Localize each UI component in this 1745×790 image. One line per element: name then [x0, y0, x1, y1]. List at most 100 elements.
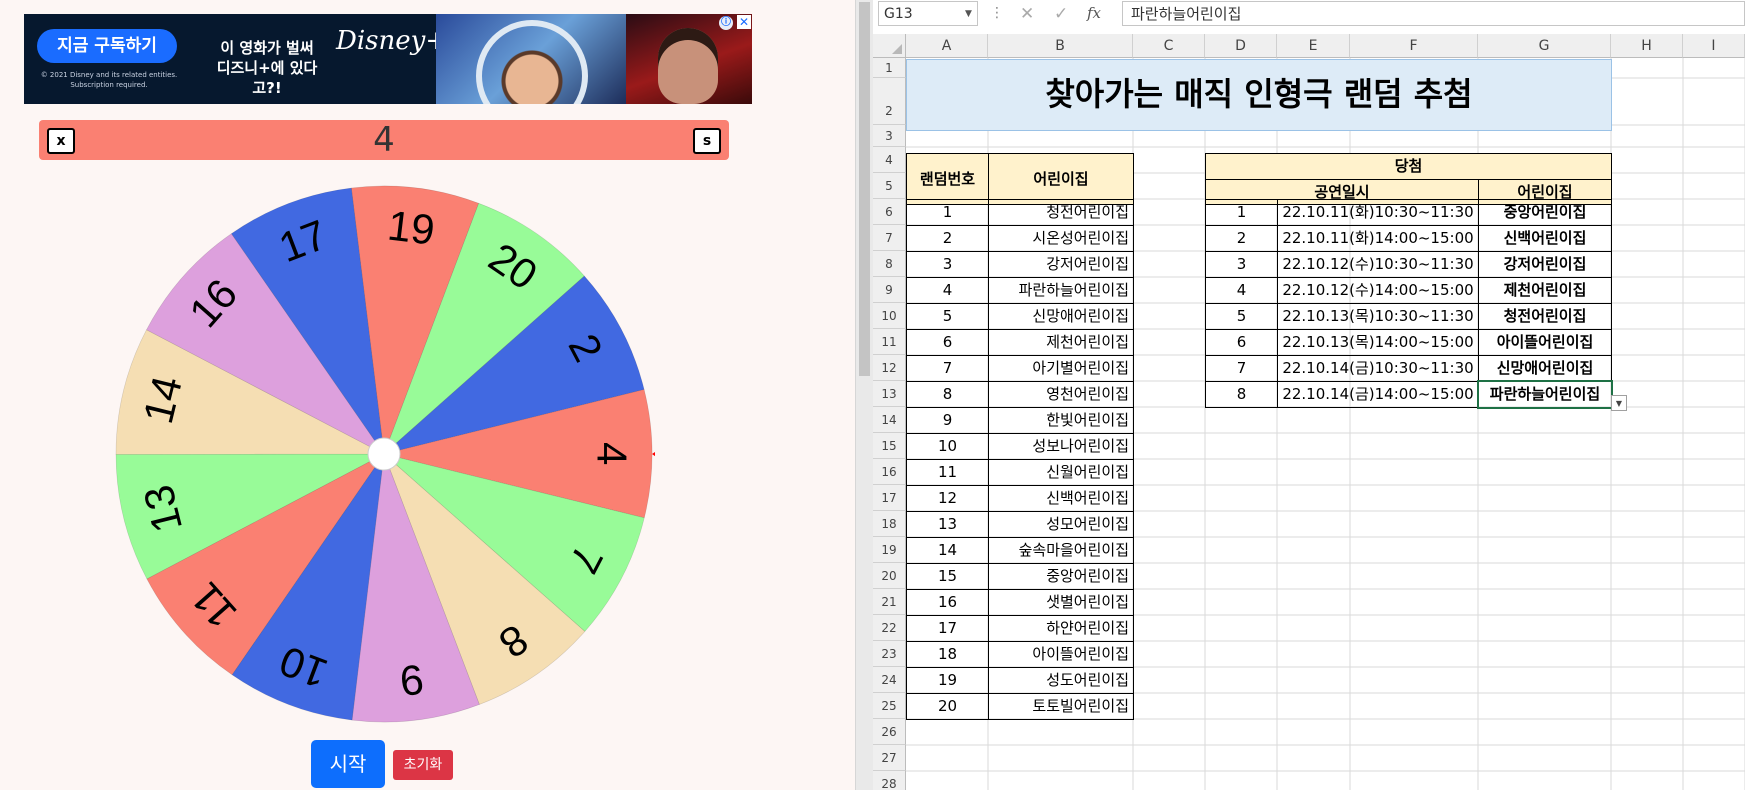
- daycare-cell[interactable]: 청전어린이집: [988, 199, 1134, 226]
- daycare-cell[interactable]: 아이뜰어린이집: [988, 641, 1134, 668]
- cell-dropdown-icon[interactable]: ▼: [1611, 395, 1627, 411]
- daycare-cell[interactable]: 성보나어린이집: [988, 433, 1134, 460]
- random-number-cell[interactable]: 7: [906, 355, 989, 382]
- name-box[interactable]: G13: [878, 1, 978, 26]
- close-button[interactable]: x: [47, 128, 75, 154]
- performance-date-cell[interactable]: 22.10.14(금)14:00~15:00: [1277, 381, 1479, 408]
- column-header[interactable]: I: [1683, 34, 1745, 58]
- cancel-icon[interactable]: ✕: [1020, 4, 1034, 24]
- row-header[interactable]: 9: [873, 277, 906, 303]
- winner-daycare-cell[interactable]: 신망애어린이집: [1478, 355, 1612, 382]
- row-header[interactable]: 2: [873, 78, 906, 125]
- random-number-cell[interactable]: 3: [906, 251, 989, 278]
- row-header[interactable]: 1: [873, 58, 906, 78]
- daycare-cell[interactable]: 하얀어린이집: [988, 615, 1134, 642]
- row-header[interactable]: 4: [873, 147, 906, 173]
- row-header[interactable]: 11: [873, 329, 906, 355]
- winner-rank-cell[interactable]: 4: [1205, 277, 1278, 304]
- row-header[interactable]: 6: [873, 199, 906, 225]
- row-header[interactable]: 20: [873, 563, 906, 589]
- daycare-cell[interactable]: 신백어린이집: [988, 485, 1134, 512]
- daycare-cell[interactable]: 강저어린이집: [988, 251, 1134, 278]
- function-icon[interactable]: fx: [1087, 4, 1101, 22]
- random-number-cell[interactable]: 20: [906, 693, 989, 720]
- row-header[interactable]: 15: [873, 433, 906, 459]
- column-header[interactable]: D: [1205, 34, 1277, 58]
- column-header[interactable]: A: [906, 34, 988, 58]
- winner-daycare-cell[interactable]: 청전어린이집: [1478, 303, 1612, 330]
- daycare-cell[interactable]: 신월어린이집: [988, 459, 1134, 486]
- daycare-cell[interactable]: 한빛어린이집: [988, 407, 1134, 434]
- row-header[interactable]: 3: [873, 125, 906, 147]
- winner-rank-cell[interactable]: 5: [1205, 303, 1278, 330]
- column-header[interactable]: H: [1611, 34, 1683, 58]
- daycare-cell[interactable]: 영천어린이집: [988, 381, 1134, 408]
- select-all-corner[interactable]: [873, 34, 906, 58]
- winner-daycare-cell[interactable]: 중앙어린이집: [1478, 199, 1612, 226]
- ad-close-icon[interactable]: ✕: [737, 15, 751, 29]
- row-header[interactable]: 28: [873, 771, 906, 790]
- column-header[interactable]: E: [1277, 34, 1350, 58]
- random-number-cell[interactable]: 6: [906, 329, 989, 356]
- winner-daycare-cell[interactable]: 신백어린이집: [1478, 225, 1612, 252]
- row-header[interactable]: 26: [873, 719, 906, 745]
- daycare-cell[interactable]: 샛별어린이집: [988, 589, 1134, 616]
- performance-date-cell[interactable]: 22.10.13(목)10:30~11:30: [1277, 303, 1479, 330]
- random-number-cell[interactable]: 11: [906, 459, 989, 486]
- row-header[interactable]: 19: [873, 537, 906, 563]
- roulette-wheel[interactable]: 192024789101113141617: [113, 183, 655, 725]
- random-number-cell[interactable]: 2: [906, 225, 989, 252]
- row-header[interactable]: 24: [873, 667, 906, 693]
- daycare-header[interactable]: 어린이집: [988, 153, 1134, 205]
- reset-button[interactable]: 초기화: [393, 750, 453, 780]
- winner-rank-cell[interactable]: 8: [1205, 381, 1278, 408]
- row-header[interactable]: 16: [873, 459, 906, 485]
- formula-bar[interactable]: 파란하늘어린이집: [1122, 1, 1745, 26]
- row-header[interactable]: 13: [873, 381, 906, 407]
- winner-daycare-cell[interactable]: 강저어린이집: [1478, 251, 1612, 278]
- random-number-cell[interactable]: 17: [906, 615, 989, 642]
- daycare-cell[interactable]: 중앙어린이집: [988, 563, 1134, 590]
- random-number-cell[interactable]: 5: [906, 303, 989, 330]
- random-number-cell[interactable]: 19: [906, 667, 989, 694]
- vertical-scrollbar[interactable]: [855, 0, 874, 790]
- winner-rank-cell[interactable]: 7: [1205, 355, 1278, 382]
- random-number-cell[interactable]: 1: [906, 199, 989, 226]
- winner-rank-cell[interactable]: 2: [1205, 225, 1278, 252]
- row-header[interactable]: 21: [873, 589, 906, 615]
- column-header[interactable]: B: [988, 34, 1133, 58]
- random-number-cell[interactable]: 18: [906, 641, 989, 668]
- daycare-cell[interactable]: 토토빌어린이집: [988, 693, 1134, 720]
- daycare-cell[interactable]: 숲속마을어린이집: [988, 537, 1134, 564]
- daycare-cell[interactable]: 아기별어린이집: [988, 355, 1134, 382]
- random-number-cell[interactable]: 4: [906, 277, 989, 304]
- winner-rank-cell[interactable]: 1: [1205, 199, 1278, 226]
- daycare-cell[interactable]: 파란하늘어린이집: [988, 277, 1134, 304]
- random-number-cell[interactable]: 13: [906, 511, 989, 538]
- winner-daycare-cell[interactable]: 아이뜰어린이집: [1478, 329, 1612, 356]
- row-header[interactable]: 12: [873, 355, 906, 381]
- row-header[interactable]: 14: [873, 407, 906, 433]
- row-header[interactable]: 18: [873, 511, 906, 537]
- random-number-cell[interactable]: 8: [906, 381, 989, 408]
- random-number-header[interactable]: 랜덤번호: [906, 153, 989, 205]
- daycare-cell[interactable]: 제천어린이집: [988, 329, 1134, 356]
- ad-info-icon[interactable]: ⓘ: [719, 16, 733, 30]
- sheet-title[interactable]: 찾아가는 매직 인형극 랜덤 추첨: [906, 59, 1612, 131]
- performance-date-cell[interactable]: 22.10.11(화)10:30~11:30: [1277, 199, 1479, 226]
- settings-button[interactable]: s: [693, 128, 721, 154]
- row-header[interactable]: 10: [873, 303, 906, 329]
- row-header[interactable]: 23: [873, 641, 906, 667]
- winner-rank-cell[interactable]: 3: [1205, 251, 1278, 278]
- random-number-cell[interactable]: 14: [906, 537, 989, 564]
- column-header[interactable]: F: [1350, 34, 1478, 58]
- row-header[interactable]: 5: [873, 173, 906, 199]
- performance-date-cell[interactable]: 22.10.12(수)10:30~11:30: [1277, 251, 1479, 278]
- row-header[interactable]: 17: [873, 485, 906, 511]
- performance-date-cell[interactable]: 22.10.12(수)14:00~15:00: [1277, 277, 1479, 304]
- daycare-cell[interactable]: 시온성어린이집: [988, 225, 1134, 252]
- performance-date-cell[interactable]: 22.10.14(금)10:30~11:30: [1277, 355, 1479, 382]
- row-header[interactable]: 25: [873, 693, 906, 719]
- daycare-cell[interactable]: 신망애어린이집: [988, 303, 1134, 330]
- winner-rank-cell[interactable]: 6: [1205, 329, 1278, 356]
